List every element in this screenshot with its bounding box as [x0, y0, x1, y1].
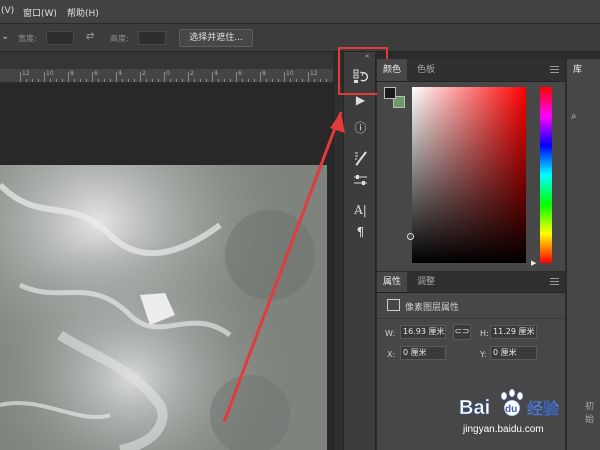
- color-panel-header: 颜色 色板: [377, 59, 565, 82]
- saturation-value-picker[interactable]: [412, 87, 526, 263]
- panel-menu-icon[interactable]: [550, 66, 559, 73]
- hue-slider[interactable]: [540, 87, 552, 263]
- pixel-layer-icon: [387, 299, 400, 311]
- section-title: 像素图层属性: [405, 303, 460, 313]
- baidu-watermark: Bai du 经验 jingyan.baidu.com: [457, 384, 577, 444]
- w-label: W:: [385, 329, 396, 338]
- y-label: Y:: [480, 350, 487, 359]
- x-label: X:: [387, 350, 396, 359]
- foreground-swatch[interactable]: [384, 87, 396, 99]
- x-input[interactable]: 0 厘米: [400, 346, 446, 360]
- color-picker-cursor[interactable]: [407, 233, 414, 240]
- tab-color[interactable]: 颜色: [377, 59, 408, 81]
- tab-swatches[interactable]: 色板: [411, 59, 441, 81]
- tab-adjustments[interactable]: 调整: [411, 272, 441, 292]
- y-input[interactable]: 0 厘米: [490, 346, 537, 360]
- watermark-url: jingyan.baidu.com: [463, 424, 544, 435]
- svg-text:Bai: Bai: [459, 397, 490, 419]
- properties-panel-header: 属性 调整: [377, 272, 565, 293]
- tab-libraries[interactable]: 库: [567, 59, 589, 81]
- height-input[interactable]: 11.29 厘米: [490, 325, 537, 339]
- width-input[interactable]: 16.93 厘米: [400, 325, 446, 339]
- svg-text:经验: 经验: [527, 399, 560, 418]
- search-icon[interactable]: ⌕: [571, 111, 577, 122]
- svg-text:du: du: [505, 404, 517, 415]
- h-label: H:: [480, 329, 489, 338]
- tab-properties[interactable]: 属性: [377, 272, 408, 292]
- panel-menu-icon[interactable]: [550, 278, 559, 285]
- divider: [377, 318, 565, 319]
- hue-slider-handle[interactable]: ▶: [531, 259, 536, 267]
- baidu-paw-logo: Bai du 经验: [459, 388, 560, 419]
- link-icon[interactable]: ⊂⊃: [453, 324, 471, 340]
- library-footer-text: 初始: [585, 402, 595, 425]
